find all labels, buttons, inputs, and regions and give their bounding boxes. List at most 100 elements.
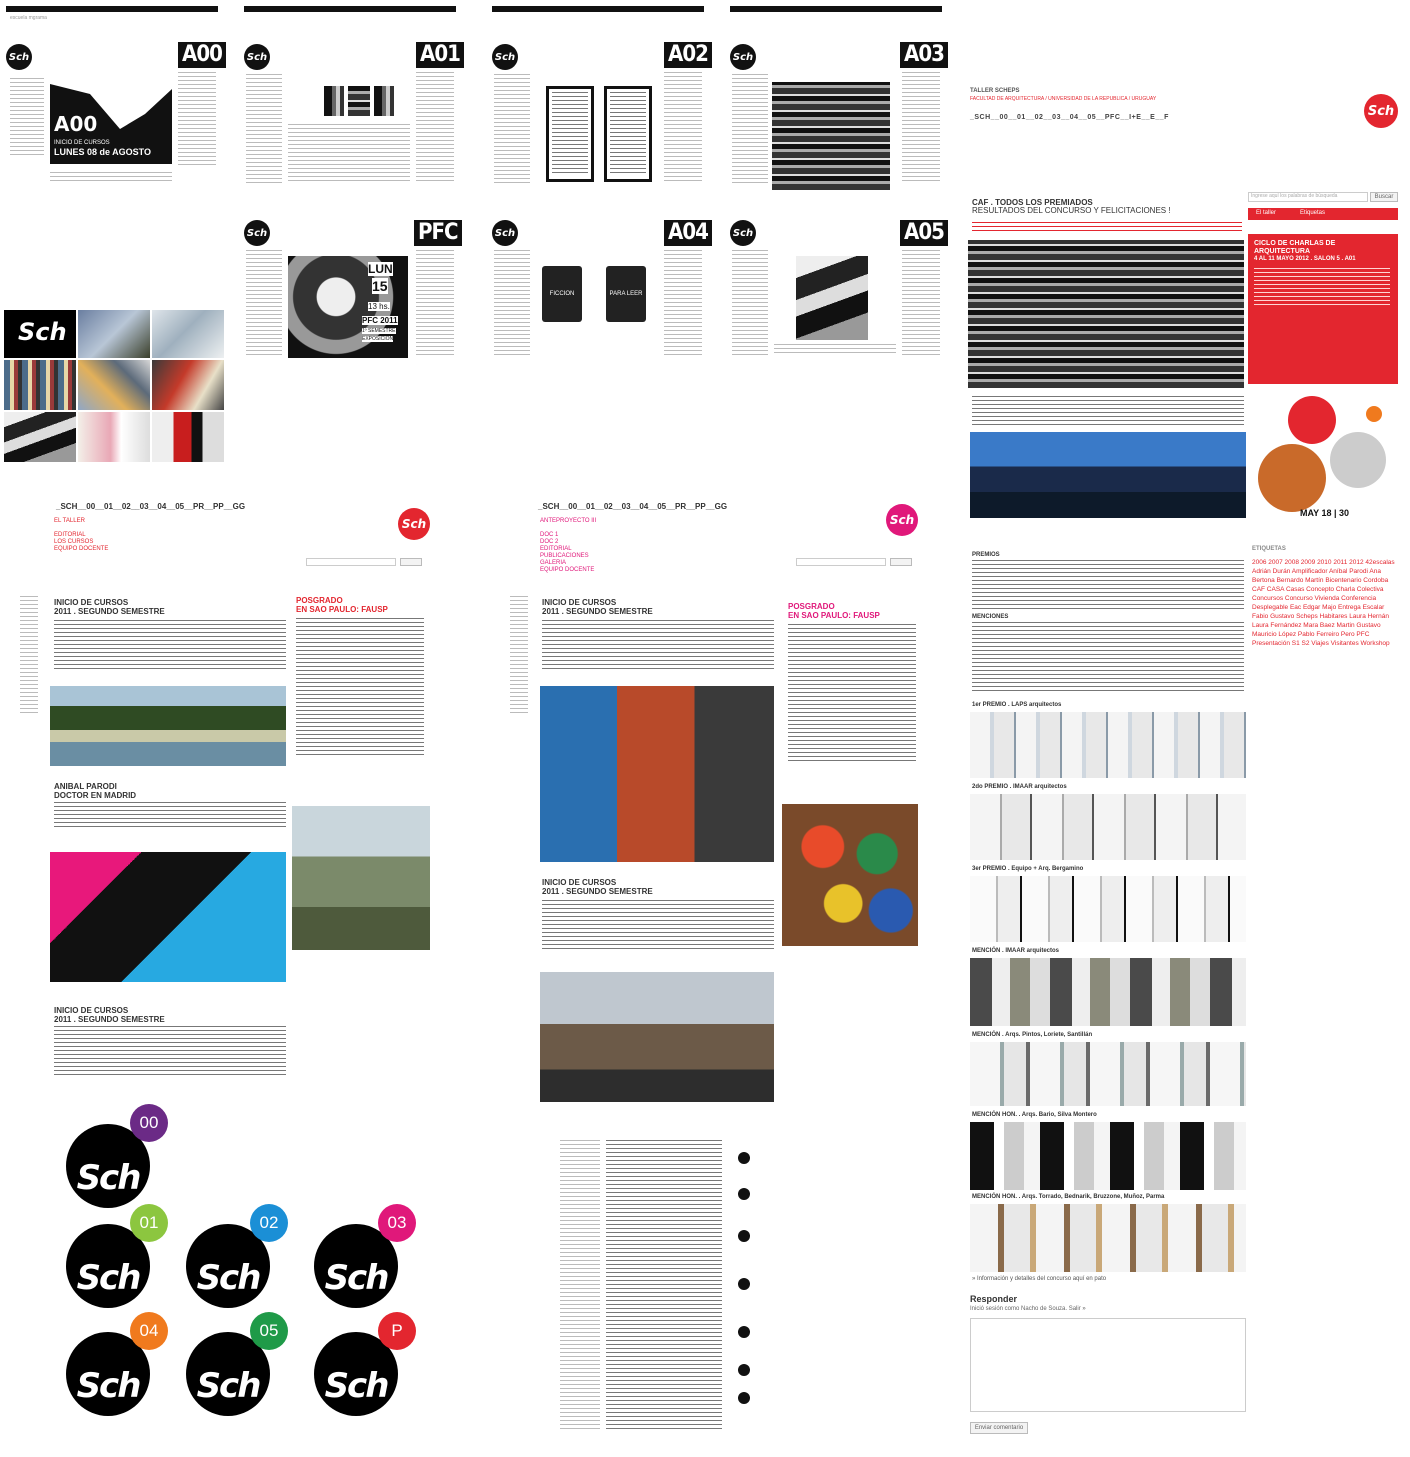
mention-panel[interactable] <box>970 1204 1246 1272</box>
event-poster[interactable]: LUN 15 13 hs. PFC 2011 1º SEMESTRE EXPOS… <box>288 256 408 358</box>
photo-grid[interactable] <box>540 686 774 862</box>
post-image[interactable] <box>50 852 286 982</box>
collage-photo[interactable] <box>152 310 224 358</box>
tag-cloud[interactable]: 2006 2007 2008 2009 2010 2011 2012 42esc… <box>1252 558 1398 668</box>
subnav-link[interactable]: EDITORIAL <box>540 546 572 552</box>
post-title-line1: INICIO DE CURSOS <box>54 1006 129 1015</box>
gallery-image[interactable] <box>772 82 890 190</box>
logo-set: Sch 00 Sch 01 Sch 02 Sch 03 Sch 04 Sch 0… <box>60 1104 420 1424</box>
sch-logo-icon[interactable]: Sch <box>886 504 918 536</box>
side-post-title[interactable]: POSGRADO EN SAO PAULO: FAUSP <box>296 596 388 614</box>
render-image[interactable] <box>970 432 1246 518</box>
post-body <box>54 802 286 830</box>
collage-photo[interactable] <box>152 360 224 410</box>
screen-a01: Sch A01 <box>244 6 464 190</box>
post-title[interactable]: INICIO DE CURSOS 2011 . SEGUNDO SEMESTRE <box>54 1006 165 1024</box>
subnav-link[interactable]: GALERIA <box>540 560 566 566</box>
document-page[interactable] <box>604 86 652 182</box>
submit-comment-button[interactable]: Enviar comentario <box>970 1422 1028 1434</box>
collage-logo: Sch <box>18 318 67 346</box>
subnav-link-cursos[interactable]: LOS CURSOS <box>54 539 93 545</box>
sidebar-menu <box>494 250 530 356</box>
gallery-image[interactable] <box>374 86 394 116</box>
gallery-image[interactable] <box>348 86 370 116</box>
post-title[interactable]: INICIO DE CURSOS 2011 . SEGUNDO SEMESTRE <box>542 598 653 616</box>
post-title[interactable]: ANIBAL PARODI DOCTOR EN MADRID <box>54 782 136 800</box>
post-title[interactable]: INICIO DE CURSOS 2011 . SEGUNDO SEMESTRE <box>542 878 653 896</box>
sch-logo-icon[interactable]: Sch <box>244 220 270 246</box>
subnav-title[interactable]: ANTEPROYECTO III <box>540 518 596 524</box>
subnav-link[interactable]: DOC 2 <box>540 539 558 545</box>
search-input[interactable] <box>306 558 396 566</box>
subnav-link[interactable]: DOC 1 <box>540 532 558 538</box>
schedule-list <box>560 1140 770 1440</box>
mention-panel[interactable] <box>970 958 1246 1026</box>
book-cover[interactable]: PARA LEER <box>606 266 646 322</box>
search-button[interactable] <box>890 558 912 566</box>
collage-photo[interactable] <box>4 360 76 410</box>
prize-panel[interactable] <box>970 712 1246 778</box>
collage-photo[interactable] <box>152 412 224 462</box>
post-title-line2: 2011 . SEGUNDO SEMESTRE <box>542 607 653 616</box>
gallery-image[interactable] <box>796 256 868 340</box>
document-page[interactable] <box>546 86 594 182</box>
tab-el-taller[interactable]: El taller <box>1256 210 1276 216</box>
main-nav[interactable]: _SCH__00__01__02__03__04__05__PR__PP__GG <box>538 502 727 511</box>
post-body <box>54 620 286 670</box>
search-button[interactable] <box>400 558 422 566</box>
sch-logo-icon[interactable]: Sch <box>6 44 32 70</box>
main-nav[interactable]: _SCH__00__01__02__03__04__05__PR__PP__GG <box>56 502 245 511</box>
subnav-link-editorial[interactable]: EDITORIAL <box>54 532 86 538</box>
mention-panel[interactable] <box>970 1122 1246 1190</box>
sch-logo-icon[interactable]: Sch <box>1364 94 1398 128</box>
prize-panel[interactable] <box>970 794 1246 860</box>
book-cover[interactable]: FICCION <box>542 266 582 322</box>
sch-logo-icon[interactable]: Sch <box>730 44 756 70</box>
prize-panel[interactable] <box>970 876 1246 942</box>
collage-photo[interactable] <box>78 360 150 410</box>
post-title[interactable]: INICIO DE CURSOS 2011 . SEGUNDO SEMESTRE <box>54 598 165 616</box>
collage-photo[interactable] <box>78 310 150 358</box>
sch-logo-icon[interactable]: Sch <box>492 220 518 246</box>
subnav-link[interactable]: PUBLICACIONES <box>540 553 589 559</box>
screen-code-badge: A05 <box>900 220 948 246</box>
post-title-line1: ANIBAL PARODI <box>54 782 117 791</box>
subnav-title[interactable]: EL TALLER <box>54 518 85 524</box>
gallery-image[interactable] <box>324 86 344 116</box>
search-input[interactable] <box>796 558 886 566</box>
reply-login[interactable]: Inició sesión como Nacho de Souza. Salir… <box>970 1306 1086 1312</box>
post-intro <box>972 396 1244 426</box>
mention-panel[interactable] <box>970 1042 1246 1106</box>
right-column-text <box>902 72 940 182</box>
concurso-link[interactable]: » Información y detalles del concurso aq… <box>972 1276 1106 1282</box>
collage-photo[interactable] <box>4 412 76 462</box>
subnav-link-equipo[interactable]: EQUIPO DOCENTE <box>54 546 108 552</box>
collage-photo[interactable] <box>78 412 150 462</box>
comment-textarea[interactable] <box>970 1318 1246 1412</box>
group-photo[interactable] <box>540 972 774 1102</box>
side-image[interactable] <box>292 806 430 950</box>
sch-logo-icon[interactable]: Sch <box>398 508 430 540</box>
tab-etiquetas[interactable]: Etiquetas <box>1300 210 1325 216</box>
right-column-text <box>416 250 454 356</box>
search-input[interactable]: Ingrese aquí los palabras de búsqueda <box>1248 192 1368 202</box>
sch-mini-icon <box>738 1392 750 1404</box>
share-sidebar <box>20 596 38 716</box>
hero-banner[interactable]: A00 INICIO DE CURSOS LUNES 08 de AGOSTO <box>50 84 172 164</box>
post-image[interactable] <box>50 686 286 766</box>
sch-logo-icon[interactable]: Sch <box>492 44 518 70</box>
sch-logo-icon[interactable]: Sch <box>730 220 756 246</box>
collage-logo-tile[interactable]: Sch <box>4 310 76 358</box>
poster-collage[interactable]: MAY 18 | 30 <box>1252 390 1398 540</box>
event-card[interactable]: CICLO DE CHARLAS DE ARQUITECTURA 4 AL 11… <box>1248 234 1398 384</box>
blog-nav[interactable]: _SCH__00__01__02__03__04__05__PFC__I+E__… <box>970 114 1169 121</box>
subnav-link[interactable]: EQUIPO DOCENTE <box>540 567 594 573</box>
screen-code-badge: A02 <box>664 42 712 68</box>
side-image[interactable] <box>782 804 918 946</box>
screen-a02: Sch A02 <box>492 6 712 190</box>
poster-line3: EXPOSICIÓN <box>362 336 394 342</box>
sch-logo-icon[interactable]: Sch <box>244 44 270 70</box>
post-hero-image[interactable] <box>968 240 1244 388</box>
search-button[interactable]: Buscar <box>1370 192 1398 202</box>
side-post-title[interactable]: POSGRADO EN SAO PAULO: FAUSP <box>788 602 880 620</box>
